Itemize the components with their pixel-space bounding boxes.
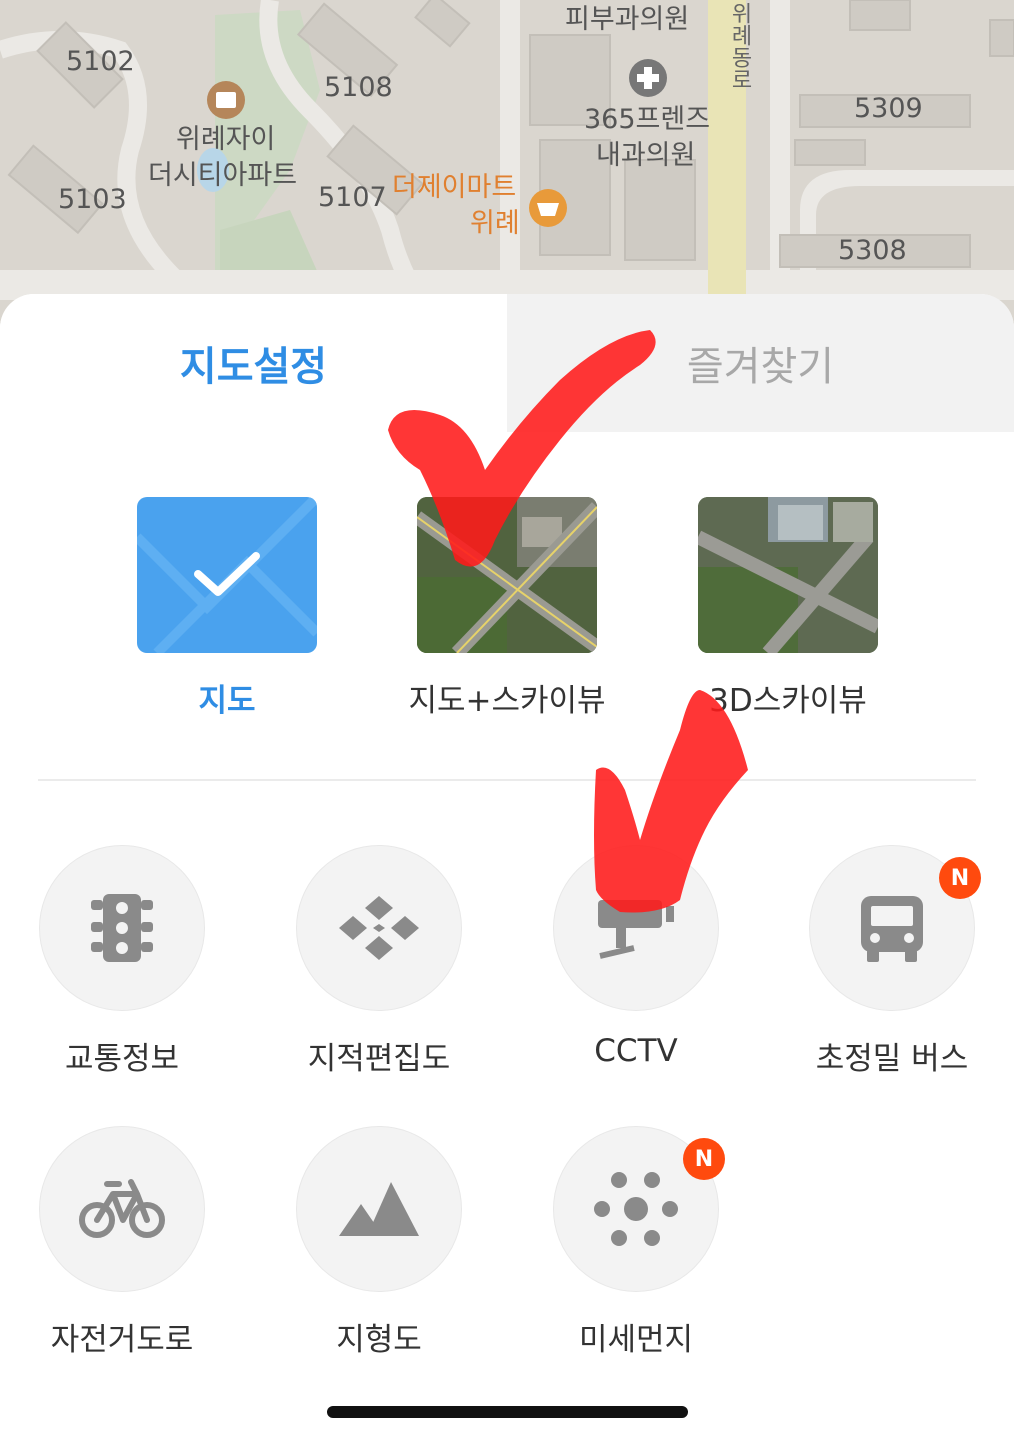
tab-map-settings[interactable]: 지도설정 bbox=[0, 294, 507, 432]
building-number-label: 5309 bbox=[854, 93, 923, 124]
clinic-label: 피부과의원 bbox=[565, 4, 690, 35]
map-mode-skyview[interactable]: 지도+스카이뷰 bbox=[408, 497, 606, 719]
map-mode-label: 3D스카이뷰 bbox=[709, 683, 867, 719]
new-badge: N bbox=[939, 857, 981, 899]
building-icon bbox=[207, 81, 245, 119]
cctv-camera-icon bbox=[598, 900, 674, 959]
apartment-label: 위례자이 bbox=[176, 124, 276, 155]
tab-favorites[interactable]: 즐겨찾기 bbox=[507, 294, 1014, 432]
layer-label: 지형도 bbox=[336, 1322, 422, 1358]
map-settings-sheet: 지도설정 즐겨찾기 지도 지도+스카이뷰 3D스카이뷰 교통정보 지적편집도 C… bbox=[0, 294, 1014, 1440]
apartment-label: 더시티아파트 bbox=[148, 160, 298, 191]
map-mode-label: 지도+스카이뷰 bbox=[408, 683, 606, 719]
layer-cctv-button[interactable]: CCTV bbox=[553, 845, 719, 1069]
building-number-label: 5107 bbox=[318, 182, 387, 213]
map-mode-label: 지도 bbox=[198, 683, 256, 719]
road-label: 위례동로 bbox=[727, 2, 752, 90]
map-mode-map[interactable]: 지도 bbox=[137, 497, 317, 719]
home-indicator bbox=[327, 1406, 688, 1418]
layer-traffic-button[interactable]: 교통정보 bbox=[39, 845, 205, 1077]
layer-precise-bus-button[interactable]: N 초정밀 버스 bbox=[809, 845, 981, 1077]
check-icon bbox=[194, 552, 260, 596]
layer-cadastral-button[interactable]: 지적편집도 bbox=[296, 845, 462, 1077]
layer-bike-road-button[interactable]: 자전거도로 bbox=[39, 1126, 205, 1358]
satellite-3d-thumbnail bbox=[698, 497, 878, 653]
mart-label: 위례 bbox=[470, 208, 520, 239]
mart-label: 더제이마트 bbox=[392, 172, 517, 203]
layer-label: CCTV bbox=[594, 1033, 678, 1069]
layer-circle bbox=[553, 845, 719, 1011]
layer-label: 초정밀 버스 bbox=[815, 1041, 969, 1077]
layer-label: 지적편집도 bbox=[307, 1041, 451, 1077]
layer-label: 교통정보 bbox=[64, 1041, 180, 1077]
cadastral-icon bbox=[339, 896, 419, 960]
layer-label: 미세먼지 bbox=[578, 1322, 694, 1358]
layer-circle bbox=[296, 845, 462, 1011]
bicycle-icon bbox=[79, 1179, 165, 1238]
building-number-label: 5102 bbox=[66, 46, 135, 77]
section-divider bbox=[38, 779, 976, 781]
new-badge: N bbox=[683, 1138, 725, 1180]
dust-icon bbox=[594, 1172, 678, 1246]
map-mode-3d-skyview[interactable]: 3D스카이뷰 bbox=[698, 497, 878, 719]
layer-fine-dust-button[interactable]: N 미세먼지 bbox=[553, 1126, 725, 1358]
building-number-label: 5308 bbox=[838, 235, 907, 266]
layer-circle bbox=[39, 845, 205, 1011]
layer-circle bbox=[296, 1126, 462, 1292]
satellite-thumbnail bbox=[417, 497, 597, 653]
map-mode-thumbnail bbox=[137, 497, 317, 653]
shopping-basket-icon bbox=[529, 189, 567, 227]
layer-label: 자전거도로 bbox=[50, 1322, 194, 1358]
layer-circle bbox=[39, 1126, 205, 1292]
building-number-label: 5103 bbox=[58, 184, 127, 215]
clinic-label: 365프렌즈 bbox=[584, 104, 711, 135]
hospital-icon bbox=[629, 59, 667, 97]
building-number-label: 5108 bbox=[324, 72, 393, 103]
bus-icon bbox=[861, 896, 923, 962]
mountain-icon bbox=[339, 1182, 419, 1236]
traffic-light-icon bbox=[91, 894, 153, 962]
clinic-label: 내과의원 bbox=[596, 140, 696, 171]
layer-terrain-button[interactable]: 지형도 bbox=[296, 1126, 462, 1358]
map-background[interactable]: 5102 5108 5103 5107 5309 5308 위례자이 더시티아파… bbox=[0, 0, 1014, 330]
